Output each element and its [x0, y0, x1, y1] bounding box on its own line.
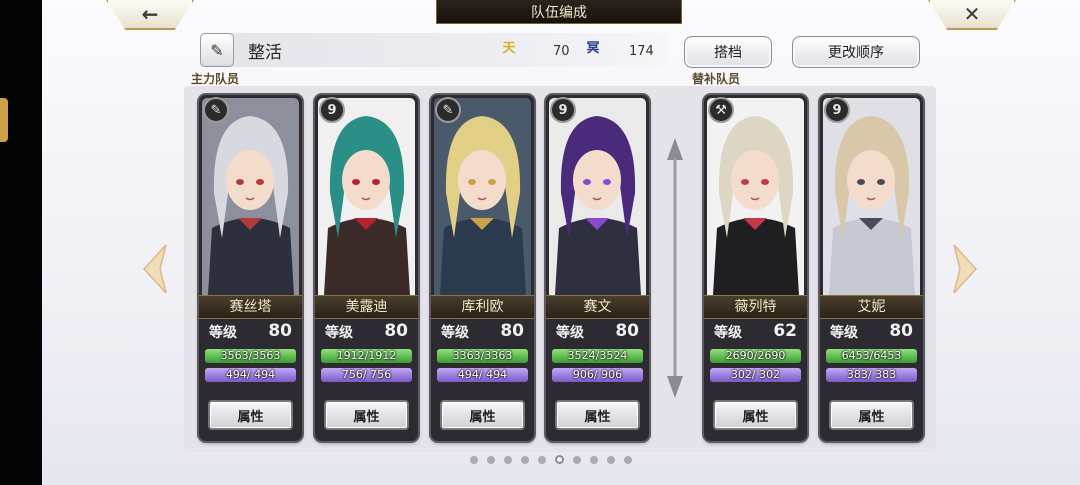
page-dot[interactable]	[624, 456, 632, 464]
swap-arrow-icon	[667, 138, 683, 398]
level-value: 80	[615, 321, 639, 341]
member-name: 赛文	[546, 295, 649, 319]
next-page-arrow[interactable]	[952, 243, 978, 295]
partner-button[interactable]: 搭档	[684, 36, 772, 68]
attributes-button[interactable]: 属性	[555, 400, 640, 430]
hp-bar: 3563/3563	[205, 349, 296, 363]
mp-bar: 756/ 756	[321, 368, 412, 382]
member-name: 薇列特	[704, 295, 807, 319]
attributes-button[interactable]: 属性	[208, 400, 293, 430]
level-label: 等级	[441, 325, 469, 341]
mp-bar: 302/ 302	[710, 368, 801, 382]
member-name: 库利欧	[431, 295, 534, 319]
attributes-button[interactable]: 属性	[440, 400, 525, 430]
attributes-button[interactable]: 属性	[713, 400, 798, 430]
mp-bar: 906/ 906	[552, 368, 643, 382]
level-label: 等级	[325, 325, 353, 341]
character-portrait[interactable]	[823, 98, 920, 295]
main-members-label: 主力队员	[191, 72, 240, 86]
page-dot[interactable]	[487, 456, 495, 464]
member-name: 赛丝塔	[199, 295, 302, 319]
class-nine-icon: 9	[550, 97, 576, 123]
character-portrait[interactable]	[202, 98, 299, 295]
page-dot[interactable]	[590, 456, 598, 464]
pen-icon: ✎	[203, 97, 229, 123]
prev-page-arrow[interactable]	[142, 243, 168, 295]
character-portrait[interactable]	[707, 98, 804, 295]
page-title: 队伍编成	[436, 0, 682, 24]
hammer-icon: ⚒	[708, 97, 734, 123]
close-icon: ✕	[963, 2, 981, 26]
hp-bar: 3524/3524	[552, 349, 643, 363]
mp-bar: 494/ 494	[437, 368, 528, 382]
member-card[interactable]: 9 美露迪等级 80 1912/1912 756/ 756 属性	[315, 95, 418, 441]
underworld-icon: 冥	[586, 41, 600, 56]
class-nine-icon: 9	[319, 97, 345, 123]
member-card[interactable]: 9 艾妮等级 80 6453/6453 383/ 383 属性	[820, 95, 923, 441]
edit-name-button[interactable]: ✎	[200, 33, 234, 67]
member-name: 艾妮	[820, 295, 923, 319]
page-dot[interactable]	[538, 456, 546, 464]
page-dot[interactable]	[504, 456, 512, 464]
character-portrait[interactable]	[434, 98, 531, 295]
attributes-button[interactable]: 属性	[829, 400, 914, 430]
mp-bar: 383/ 383	[826, 368, 917, 382]
heaven-value: 70	[553, 44, 570, 59]
level-value: 80	[889, 321, 913, 341]
mp-bar: 494/ 494	[205, 368, 296, 382]
page-dot[interactable]	[521, 456, 529, 464]
side-tab[interactable]	[0, 98, 8, 142]
character-portrait[interactable]	[318, 98, 415, 295]
page-dot[interactable]	[470, 456, 478, 464]
level-value: 80	[268, 321, 292, 341]
page-dot[interactable]	[607, 456, 615, 464]
level-value: 80	[500, 321, 524, 341]
back-arrow-icon: ←	[141, 2, 159, 26]
pen-icon: ✎	[435, 97, 461, 123]
member-card[interactable]: ✎ 库利欧等级 80 3363/3363 494/ 494 属性	[431, 95, 534, 441]
member-card[interactable]: ✎ 赛丝塔等级 80 3563/3563 494/ 494 属性	[199, 95, 302, 441]
heaven-icon: 天	[502, 41, 516, 56]
level-value: 80	[384, 321, 408, 341]
team-name: 整活	[248, 43, 282, 63]
underworld-value: 174	[629, 44, 654, 59]
member-card[interactable]: 9 赛文等级 80 3524/3524 906/ 906 属性	[546, 95, 649, 441]
hp-bar: 3363/3363	[437, 349, 528, 363]
class-nine-icon: 9	[824, 97, 850, 123]
pen-icon: ✎	[210, 40, 224, 60]
level-label: 等级	[714, 325, 742, 341]
character-portrait[interactable]	[549, 98, 646, 295]
level-label: 等级	[209, 325, 237, 341]
hp-bar: 2690/2690	[710, 349, 801, 363]
page-dot-active[interactable]	[555, 455, 564, 464]
reorder-button[interactable]: 更改顺序	[792, 36, 920, 68]
level-label: 等级	[830, 325, 858, 341]
member-name: 美露迪	[315, 295, 418, 319]
hp-bar: 1912/1912	[321, 349, 412, 363]
reserve-members-label: 替补队员	[692, 72, 741, 86]
level-value: 62	[773, 321, 797, 341]
attributes-button[interactable]: 属性	[324, 400, 409, 430]
left-edge	[0, 0, 42, 485]
page-indicator	[470, 455, 632, 464]
page-dot[interactable]	[573, 456, 581, 464]
member-card[interactable]: ⚒ 薇列特等级 62 2690/2690 302/ 302 属性	[704, 95, 807, 441]
level-label: 等级	[556, 325, 584, 341]
hp-bar: 6453/6453	[826, 349, 917, 363]
